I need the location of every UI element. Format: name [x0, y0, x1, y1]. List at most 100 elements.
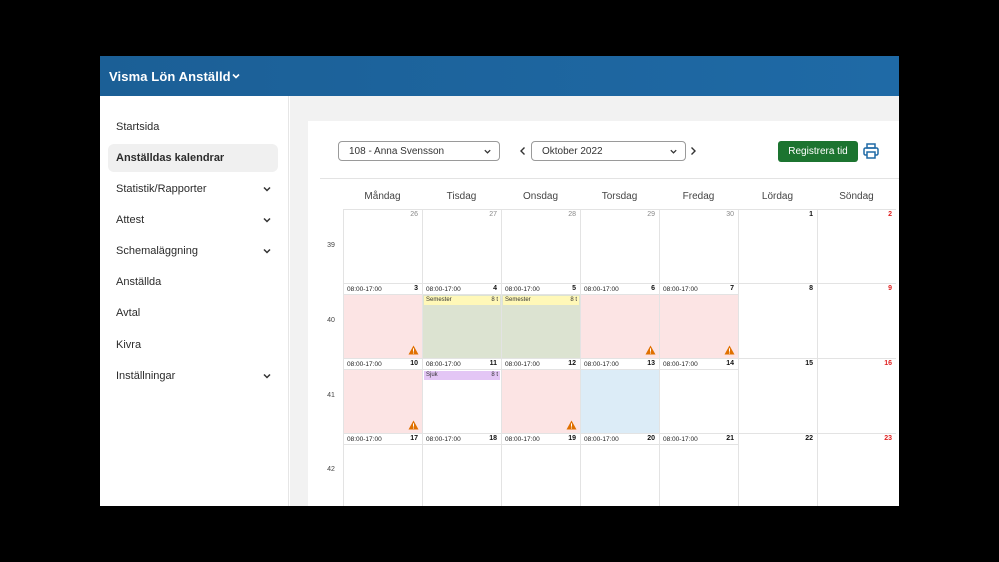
sidebar: Startsida Anställdas kalendrar Statistik/R… — [100, 96, 289, 506]
employee-select-value: 108 - Anna Svensson — [349, 146, 445, 157]
month-select[interactable]: Oktober 2022 — [531, 141, 686, 161]
scheduled-time: 08:00-17:00 — [505, 361, 540, 368]
scheduled-time: 08:00-17:00 — [347, 436, 382, 443]
warning-icon[interactable] — [724, 345, 735, 355]
calendar-day-cell[interactable]: 08:00-17:00 17 — [343, 433, 422, 506]
scheduled-time: 08:00-17:00 — [505, 286, 540, 293]
calendar-day-cell[interactable]: 2 — [817, 209, 896, 283]
calendar-day-cell[interactable]: 08:00-17:00 4 Semester 8 t — [422, 283, 501, 358]
scheduled-time: 08:00-17:00 — [426, 436, 461, 443]
calendar-day-cell[interactable]: 8 — [738, 283, 817, 358]
calendar-day-cell[interactable]: 30 — [659, 209, 738, 283]
warning-icon[interactable] — [566, 420, 577, 430]
calendar-day-cell[interactable]: 1 — [738, 209, 817, 283]
employee-select[interactable]: 108 - Anna Svensson — [338, 141, 500, 161]
calendar-day-cell[interactable]: 08:00-17:00 10 — [343, 358, 422, 433]
calendar-day-cell[interactable]: 08:00-17:00 14 — [659, 358, 738, 433]
app-window: Visma Lön Anställd Startsida Anställdas k… — [100, 56, 899, 506]
sidebar-item[interactable]: Inställningar — [108, 362, 278, 390]
day-number: 6 — [651, 285, 655, 292]
week-number: 40 — [327, 316, 335, 324]
calendar-day-cell[interactable]: 08:00-17:00 6 — [580, 283, 659, 358]
calendar-day-cell[interactable]: 22 — [738, 433, 817, 506]
day-header: 08:00-17:00 — [660, 284, 738, 295]
vacation-tag[interactable]: Semester 8 t — [424, 296, 500, 305]
calendar-day-cell[interactable]: 9 — [817, 283, 896, 358]
event-hours: 8 t — [491, 297, 498, 303]
scheduled-time: 08:00-17:00 — [347, 286, 382, 293]
chevron-down-icon — [263, 373, 271, 379]
sidebar-item[interactable]: Avtal — [108, 299, 278, 327]
day-header: 08:00-17:00 — [581, 284, 659, 295]
chevron-down-icon — [670, 149, 677, 154]
top-bar: Visma Lön Anställd — [100, 56, 899, 96]
sidebar-item[interactable]: Startsida — [108, 113, 278, 141]
warning-icon[interactable] — [408, 345, 419, 355]
chevron-down-icon — [263, 217, 271, 223]
warning-icon[interactable] — [645, 345, 656, 355]
sidebar-item[interactable]: Anställda — [108, 268, 278, 296]
calendar-day-cell[interactable]: 23 — [817, 433, 896, 506]
week-number: 39 — [327, 242, 335, 249]
day-number: 2 — [888, 211, 892, 218]
app-title[interactable]: Visma Lön Anställd — [109, 69, 231, 84]
printer-icon[interactable] — [862, 142, 880, 160]
calendar-grid: Måndag Tisdag Onsdag Torsdag Fredag Lördag Sön… — [320, 178, 899, 506]
sidebar-item[interactable]: Anställdas kalendrar — [108, 144, 278, 172]
calendar-day-cell[interactable]: 08:00-17:00 21 — [659, 433, 738, 506]
sidebar-item[interactable]: Statistik/Rapporter — [108, 175, 278, 203]
day-number: 21 — [726, 435, 734, 442]
calendar-day-cell[interactable]: 08:00-17:00 12 — [501, 358, 580, 433]
day-number: 4 — [493, 285, 497, 292]
sidebar-item-label: Kivra — [116, 339, 142, 351]
sidebar-item-label: Startsida — [116, 121, 160, 133]
calendar-day-cell[interactable]: 08:00-17:00 3 — [343, 283, 422, 358]
sidebar-item-label: Inställningar — [116, 370, 176, 382]
calendar-day-cell[interactable]: 27 — [422, 209, 501, 283]
scheduled-time: 08:00-17:00 — [505, 436, 540, 443]
day-number: 26 — [410, 211, 418, 218]
next-month-icon[interactable] — [688, 145, 698, 157]
calendar-day-cell[interactable]: 28 — [501, 209, 580, 283]
chevron-down-icon — [263, 248, 271, 254]
calendar-day-cell[interactable]: 08:00-17:00 20 — [580, 433, 659, 506]
chevron-down-icon[interactable] — [230, 70, 242, 82]
calendar-day-cell[interactable]: 15 — [738, 358, 817, 433]
calendar-day-cell[interactable]: 08:00-17:00 13 — [580, 358, 659, 433]
scheduled-time: 08:00-17:00 — [663, 286, 698, 293]
register-time-button[interactable]: Registrera tid — [778, 141, 858, 162]
sick-leave-tag[interactable]: Sjuk 8 t — [424, 371, 500, 380]
week-number: 41 — [327, 391, 335, 399]
calendar-day-cell[interactable]: 08:00-17:00 5 Semester 8 t — [501, 283, 580, 358]
day-number: 27 — [489, 211, 497, 218]
chevron-down-icon — [263, 186, 271, 192]
calendar-day-cell[interactable]: 08:00-17:00 11 Sjuk 8 t — [422, 358, 501, 433]
day-number: 7 — [730, 285, 734, 292]
calendar-day-cell[interactable]: 26 — [343, 209, 422, 283]
prev-month-icon[interactable] — [518, 145, 528, 157]
day-number: 9 — [888, 285, 892, 292]
sidebar-item-label: Attest — [116, 214, 145, 226]
event-hours: 8 t — [491, 372, 498, 378]
calendar-day-cell[interactable]: 08:00-17:00 19 — [501, 433, 580, 506]
sidebar-item[interactable]: Attest — [108, 206, 278, 234]
sidebar-item[interactable]: Kivra — [108, 331, 278, 359]
day-number: 19 — [568, 435, 576, 442]
calendar-day-cell[interactable]: 08:00-17:00 7 — [659, 283, 738, 358]
sidebar-item[interactable]: Schemaläggning — [108, 237, 278, 265]
day-header: 08:00-17:00 — [423, 284, 501, 295]
weekday-header: Onsdag — [522, 191, 559, 202]
scheduled-time: 08:00-17:00 — [584, 436, 619, 443]
day-number: 12 — [568, 360, 576, 367]
vacation-tag[interactable]: Semester 8 t — [503, 296, 579, 305]
day-number: 1 — [809, 211, 813, 218]
calendar-day-cell[interactable]: 08:00-17:00 18 — [422, 433, 501, 506]
calendar-day-cell[interactable]: 29 — [580, 209, 659, 283]
day-number: 10 — [410, 360, 418, 367]
day-number: 30 — [726, 211, 734, 218]
weekday-header: Tisdag — [446, 191, 477, 202]
calendar-day-cell[interactable]: 16 — [817, 358, 896, 433]
event-name: Sjuk — [426, 372, 438, 378]
warning-icon[interactable] — [408, 420, 419, 430]
day-number: 22 — [805, 435, 813, 442]
